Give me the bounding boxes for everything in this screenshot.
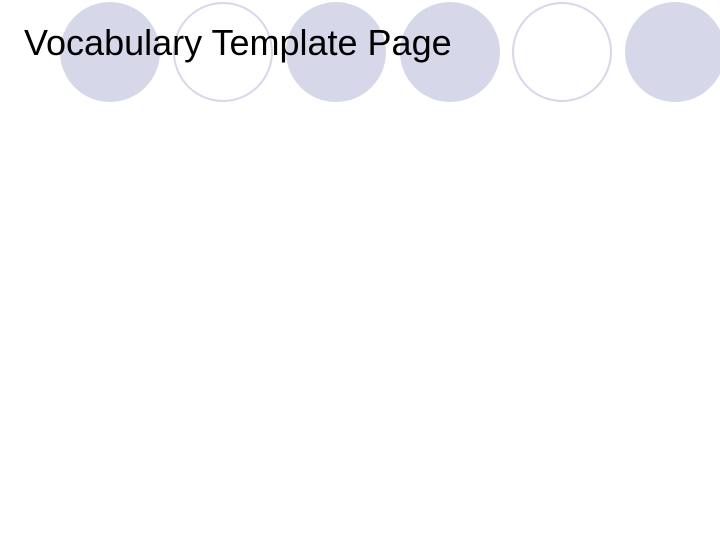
decorative-circle-5 bbox=[512, 2, 612, 102]
page-title: Vocabulary Template Page bbox=[24, 22, 452, 64]
decorative-circle-6 bbox=[625, 2, 720, 102]
